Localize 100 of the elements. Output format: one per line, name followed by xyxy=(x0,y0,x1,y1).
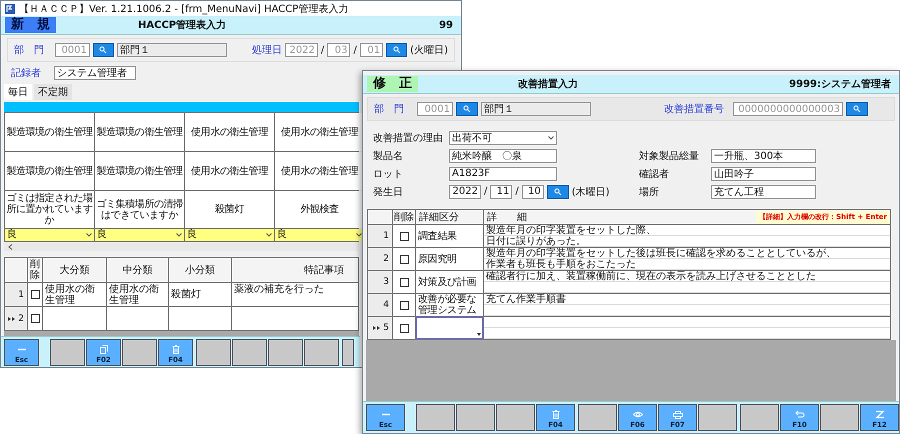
column-header: 削除 xyxy=(30,259,40,281)
printer-icon xyxy=(672,410,682,419)
check-item-cell: 外観検査 xyxy=(275,191,364,228)
search-button[interactable] xyxy=(846,102,868,116)
recorder-field[interactable]: システム管理者 xyxy=(54,66,136,80)
field-label: 確認者 xyxy=(639,168,670,180)
function-key[interactable] xyxy=(304,338,339,366)
table-cell: 使用水の衛生管理 xyxy=(43,283,106,306)
function-key[interactable] xyxy=(416,404,455,431)
caret-icon xyxy=(176,233,182,237)
caret-icon xyxy=(266,233,272,237)
date-separator: / xyxy=(320,44,324,56)
product-field[interactable]: 純米吟醸 〇泉 xyxy=(449,148,557,162)
user-label: 99 xyxy=(439,20,453,30)
category-dropdown[interactable] xyxy=(416,317,483,339)
delete-checkbox[interactable] xyxy=(400,232,408,240)
search-icon xyxy=(392,46,401,54)
table-cell: 対策及び計画 xyxy=(416,271,483,293)
delete-checkbox[interactable] xyxy=(400,278,408,286)
detail-field[interactable]: 製造年月の印字装置をセットした後は班長に確認を求めることとしているが、 作業者も班長も手順をおこたった xyxy=(484,248,890,270)
mode-badge: 修 正 xyxy=(367,76,418,92)
column-header: 特記事項 xyxy=(232,258,358,282)
month-field[interactable]: 11 xyxy=(490,184,512,198)
field-label: 製品名 xyxy=(373,150,404,162)
screen-title: 改善措置入力 xyxy=(518,77,578,91)
caret-icon xyxy=(86,233,92,237)
column-header: 大分類 xyxy=(43,258,106,282)
weekday-label: (木曜日) xyxy=(572,186,610,198)
name-field[interactable]: 部門１ xyxy=(481,102,591,116)
result-dropdown[interactable]: 良 xyxy=(95,229,184,241)
function-key[interactable] xyxy=(698,404,737,431)
check-item-cell: ゴミ集積場所の清掃はできていますか xyxy=(95,191,184,228)
zigzag-icon xyxy=(874,410,884,419)
subcategory-cell: 使用水の衛生管理 xyxy=(275,152,364,190)
column-header: 小分類 xyxy=(169,258,231,282)
function-key[interactable] xyxy=(50,338,85,366)
function-key[interactable] xyxy=(578,404,617,431)
delete-checkbox[interactable] xyxy=(400,324,408,332)
name-field[interactable]: 部門１ xyxy=(117,43,228,57)
horizontal-scrollbar[interactable] xyxy=(4,242,359,251)
function-key[interactable] xyxy=(122,338,157,366)
reason-dropdown[interactable]: 出荷不可 xyxy=(449,130,557,144)
delete-checkbox[interactable] xyxy=(30,290,40,299)
trash-icon xyxy=(170,344,180,354)
field-label: 部 門 xyxy=(374,102,405,116)
search-button[interactable] xyxy=(92,43,114,57)
result-dropdown[interactable]: 良 xyxy=(185,229,274,241)
detail-field[interactable] xyxy=(484,317,890,339)
table-cell: 原因究明 xyxy=(416,248,483,270)
detail-field[interactable]: 確認者行に加え、装置稼働前に、現在の表示を読み上げさせることとした xyxy=(484,271,890,293)
delete-checkbox[interactable] xyxy=(400,254,408,264)
trash-icon xyxy=(550,410,560,419)
date-separator: / xyxy=(353,44,357,56)
search-button[interactable] xyxy=(456,102,478,116)
detail-field[interactable]: 製造年月の印字装置をセットした際、 日付に誤りがあった。 xyxy=(484,225,890,247)
app-icon xyxy=(5,4,15,14)
field-label: 処理日 xyxy=(252,44,282,57)
function-key[interactable] xyxy=(820,404,859,431)
delete-checkbox[interactable] xyxy=(30,314,40,323)
check-item-cell: ゴミは指定された場所に置かれていますか xyxy=(5,191,94,228)
function-key[interactable] xyxy=(342,338,354,366)
subcategory-cell: 使用水の衛生管理 xyxy=(185,152,274,190)
search-button[interactable] xyxy=(386,43,408,57)
function-key[interactable] xyxy=(196,338,231,366)
field-label: 改善措置の理由 xyxy=(373,132,444,144)
year-field[interactable]: 2022 xyxy=(449,184,481,198)
search-button[interactable] xyxy=(546,184,569,198)
current-row-icon xyxy=(8,316,16,320)
column-header: 削除 xyxy=(393,210,415,224)
function-key[interactable] xyxy=(740,404,779,431)
detail-field[interactable]: 充てん作業手順書 xyxy=(484,294,890,316)
date-separator: / xyxy=(484,186,488,197)
function-key[interactable] xyxy=(496,404,535,431)
column-header: 中分類 xyxy=(107,258,168,282)
column-header: 詳 細 xyxy=(487,212,527,222)
place-field[interactable]: 充てん工程 xyxy=(711,184,816,198)
subcategory-cell: 製造環境の衛生管理 xyxy=(5,152,94,190)
function-key[interactable] xyxy=(456,404,495,431)
caret-icon xyxy=(548,136,554,140)
tab[interactable]: 不定期 xyxy=(34,84,72,100)
tab[interactable]: 毎日 xyxy=(4,84,32,100)
category-cell: 使用水の衛生管理 xyxy=(275,113,364,151)
window-title: 【ＨＡＣＣＰ】Ver. 1.21.1006.2 - [frm_MenuNavi] HACCP管理表入力 xyxy=(19,2,348,16)
row-number: 1 xyxy=(18,290,24,300)
table-cell: 改善が必要な管理システム xyxy=(416,294,483,316)
weekday-label: (火曜日) xyxy=(410,44,448,57)
day-field[interactable]: 10 xyxy=(522,184,544,198)
eye-icon xyxy=(632,410,642,419)
caret-icon xyxy=(356,233,362,237)
result-dropdown[interactable]: 良 xyxy=(5,229,94,241)
confirmer-field[interactable]: 山田吟子 xyxy=(711,166,816,180)
quantity-field[interactable]: 一升瓶、300本 xyxy=(711,148,816,162)
lot-field[interactable]: A1823F xyxy=(449,166,557,180)
result-dropdown[interactable]: 良 xyxy=(275,229,364,241)
table-cell: 殺菌灯 xyxy=(169,283,231,306)
function-key[interactable] xyxy=(268,338,303,366)
return-arrow-icon xyxy=(794,410,804,419)
delete-checkbox[interactable] xyxy=(400,300,408,310)
function-key[interactable] xyxy=(232,338,267,366)
table-cell xyxy=(107,307,168,330)
